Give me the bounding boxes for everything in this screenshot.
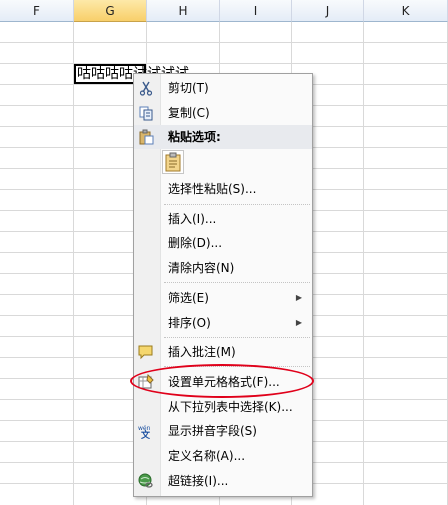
context-menu: 剪切(T) 复制(C) 粘贴选项: 选择性粘贴(S)... 插入(I)... 删… [133,73,313,497]
svg-text:文: 文 [140,429,151,439]
column-header-h[interactable]: H [147,0,220,22]
hyperlink-icon [138,473,154,489]
scissors-icon [138,80,154,96]
menu-separator [164,337,310,338]
menu-item-insert-comment[interactable]: 插入批注(M) [134,340,312,364]
menu-item-paste-options: 粘贴选项: [134,125,312,149]
menu-item-delete[interactable]: 删除(D)... [134,231,312,255]
phonetic-icon: wén 文 [138,423,154,441]
gridline [73,22,74,505]
paste-icon [138,129,154,145]
copy-icon [138,105,154,121]
paste-option-button[interactable] [162,150,184,174]
menu-item-define-name[interactable]: 定义名称(A)... [134,444,312,468]
gridline [363,22,364,505]
menu-item-clear-contents[interactable]: 清除内容(N) [134,256,312,280]
menu-item-show-phonetic[interactable]: wén 文 显示拼音字段(S) [134,419,312,443]
menu-item-sort[interactable]: 排序(O) ▶ [134,311,312,335]
submenu-arrow-icon: ▶ [295,318,302,327]
menu-item-pick-from-dropdown[interactable]: 从下拉列表中选择(K)... [134,395,312,419]
column-header-k[interactable]: K [364,0,448,22]
menu-item-insert[interactable]: 插入(I)... [134,207,312,231]
menu-item-copy[interactable]: 复制(C) [134,101,312,125]
gridline [0,42,448,43]
highlight-ellipse [130,364,314,398]
gridline [0,63,448,64]
menu-item-paste-special[interactable]: 选择性粘贴(S)... [134,177,312,201]
column-header-j[interactable]: J [292,0,364,22]
menu-separator [164,282,310,283]
column-header-i[interactable]: I [220,0,292,22]
menu-separator [164,204,310,205]
menu-item-filter[interactable]: 筛选(E) ▶ [134,286,312,310]
submenu-arrow-icon: ▶ [295,293,302,302]
column-header-f[interactable]: F [0,0,74,22]
column-header-g[interactable]: G [74,0,147,22]
menu-item-cut[interactable]: 剪切(T) [134,76,312,100]
comment-icon [138,344,154,360]
menu-item-hyperlink[interactable]: 超链接(I)... [134,469,312,493]
